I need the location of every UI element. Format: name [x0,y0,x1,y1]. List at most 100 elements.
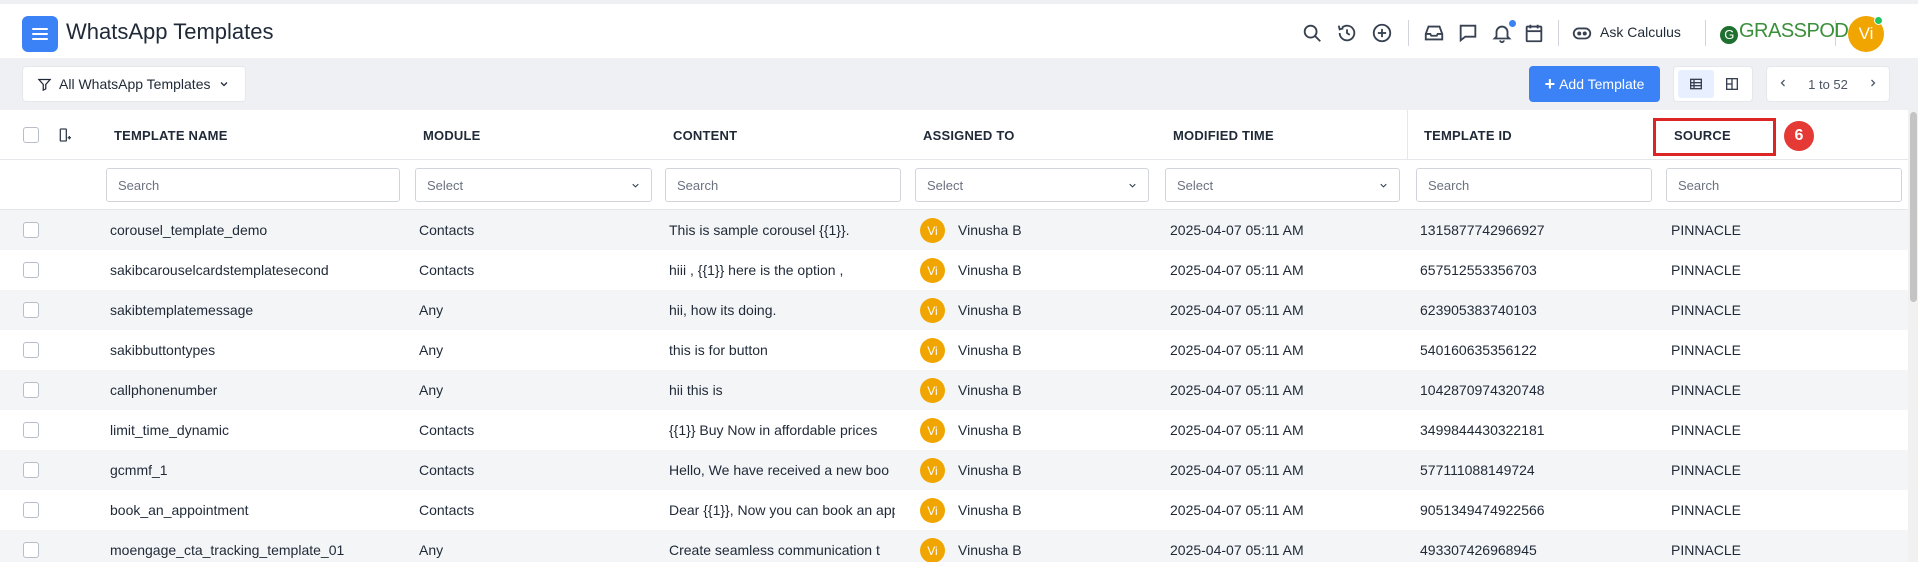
cell-template-name[interactable]: moengage_cta_tracking_template_01 [110,542,344,558]
view-filter-dropdown[interactable]: All WhatsApp Templates [22,66,246,102]
cell-modified-time: 2025-04-07 05:11 AM [1170,382,1304,398]
assignee-avatar: Vi [920,378,945,403]
cell-module: Contacts [419,422,475,438]
cell-template-id: 493307426968945 [1420,542,1537,558]
next-page-button[interactable] [1867,77,1879,92]
select-all-checkbox[interactable] [23,127,39,143]
table-row[interactable]: Vi sakibcarouselcardstemplatesecond Contac… [0,250,1908,290]
cell-modified-time: 2025-04-07 05:11 AM [1170,262,1304,278]
name-search-input[interactable]: Search [106,168,400,202]
cell-module: Contacts [419,502,475,518]
history-icon[interactable] [1336,22,1358,44]
menu-button[interactable] [22,16,58,52]
table-view-button[interactable] [1678,70,1714,98]
cell-template-name[interactable]: book_an_appointment [110,502,249,518]
pagination: 1 to 52 [1766,66,1890,102]
row-checkbox[interactable] [23,462,39,478]
page-title: WhatsApp Templates [66,19,274,44]
table-row[interactable]: Vi sakibtemplatemessage Any hii, how its do… [0,290,1908,330]
add-template-button[interactable]: + Add Template [1529,66,1660,102]
ask-calculus-button[interactable]: Ask Calculus [1600,24,1681,40]
col-header-template-name[interactable]: TEMPLATE NAME [114,128,228,143]
cell-source: PINNACLE [1671,302,1742,318]
assignee-avatar: Vi [920,498,945,523]
cell-template-id: 577111088149724 [1420,462,1535,478]
assignee-avatar: Vi [920,218,945,243]
cell-source: PINNACLE [1671,222,1742,238]
online-status-dot [1874,16,1883,25]
bot-icon[interactable] [1571,22,1593,44]
table-row[interactable]: Vi gcmmf_1 Contacts Hello, We have received… [0,450,1908,490]
template-id-search-input[interactable]: Search [1416,168,1652,202]
cell-module: Contacts [419,222,475,238]
table-row[interactable]: Vi callphonenumber Any hii this is Vinusha B… [0,370,1908,410]
cell-assigned-to: Vinusha B [958,262,1022,278]
row-checkbox[interactable] [23,262,39,278]
row-checkbox[interactable] [23,222,39,238]
cell-template-id: 9051349474922566 [1420,502,1545,518]
kanban-view-button[interactable] [1714,70,1750,98]
cell-content: hiii , {{1}} here is the option , [669,262,844,278]
cell-content: Create seamless communication t [669,542,880,558]
row-checkbox[interactable] [23,302,39,318]
search-icon[interactable] [1301,22,1323,44]
col-header-template-id[interactable]: TEMPLATE ID [1424,128,1512,143]
cell-content: hii this is [669,382,723,398]
cell-modified-time: 2025-04-07 05:11 AM [1170,422,1304,438]
cell-template-name[interactable]: sakibtemplatemessage [110,302,253,318]
cell-modified-time: 2025-04-07 05:11 AM [1170,542,1304,558]
annotation-badge: 6 [1784,121,1814,151]
cell-content: {{1}} Buy Now in affordable prices [669,422,878,438]
cell-template-name[interactable]: sakibbuttontypes [110,342,215,358]
kanban-icon [1726,78,1738,90]
table-icon [1690,78,1702,90]
cell-module: Contacts [419,462,475,478]
cell-template-name[interactable]: callphonenumber [110,382,217,398]
assigned-select[interactable]: Select [915,168,1149,202]
view-toggle [1673,66,1753,102]
source-search-input[interactable]: Search [1666,168,1902,202]
row-checkbox[interactable] [23,502,39,518]
cell-assigned-to: Vinusha B [958,462,1022,478]
cell-source: PINNACLE [1671,262,1742,278]
col-header-content[interactable]: CONTENT [673,128,737,143]
table-row[interactable]: Vi moengage_cta_tracking_template_01 Any Cr… [0,530,1908,562]
row-checkbox[interactable] [23,422,39,438]
column-settings-icon[interactable] [57,127,73,143]
scrollbar-thumb[interactable] [1910,112,1917,302]
cell-source: PINNACLE [1671,542,1742,558]
chat-icon[interactable] [1457,22,1479,44]
cell-modified-time: 2025-04-07 05:11 AM [1170,222,1304,238]
toolbar: All WhatsApp Templates + Add Template 1 … [0,58,1918,110]
calendar-icon[interactable] [1523,22,1545,44]
row-checkbox[interactable] [23,342,39,358]
col-header-assigned-to[interactable]: ASSIGNED TO [923,128,1015,143]
inbox-icon[interactable] [1423,22,1445,44]
cell-assigned-to: Vinusha B [958,422,1022,438]
module-select[interactable]: Select [415,168,652,202]
table-row[interactable]: Vi sakibbuttontypes Any this is for button V… [0,330,1908,370]
notification-dot [1509,20,1516,27]
cell-source: PINNACLE [1671,462,1742,478]
assignee-avatar: Vi [920,338,945,363]
cell-template-name[interactable]: sakibcarouselcardstemplatesecond [110,262,329,278]
col-header-modified-time[interactable]: MODIFIED TIME [1173,128,1274,143]
chevron-down-icon [1129,183,1136,188]
row-checkbox[interactable] [23,542,39,558]
prev-page-button[interactable] [1777,77,1789,92]
cell-template-name[interactable]: gcmmf_1 [110,462,168,478]
add-circle-icon[interactable] [1371,22,1393,44]
cell-template-name[interactable]: corousel_template_demo [110,222,267,238]
content-search-input[interactable]: Search [665,168,901,202]
assignee-avatar: Vi [920,458,945,483]
table-row[interactable]: Vi corousel_template_demo Contacts This is … [0,210,1908,250]
row-checkbox[interactable] [23,382,39,398]
cell-content: This is sample corousel {{1}}. [669,222,850,238]
table-row[interactable]: Vi book_an_appointment Contacts Dear {{1}},… [0,490,1908,530]
cell-template-name[interactable]: limit_time_dynamic [110,422,229,438]
col-header-module[interactable]: MODULE [423,128,481,143]
cell-assigned-to: Vinusha B [958,502,1022,518]
filter-row: Search Select Search Select Select Searc… [0,160,1908,210]
modified-select[interactable]: Select [1165,168,1400,202]
table-row[interactable]: Vi limit_time_dynamic Contacts {{1}} Buy No… [0,410,1908,450]
